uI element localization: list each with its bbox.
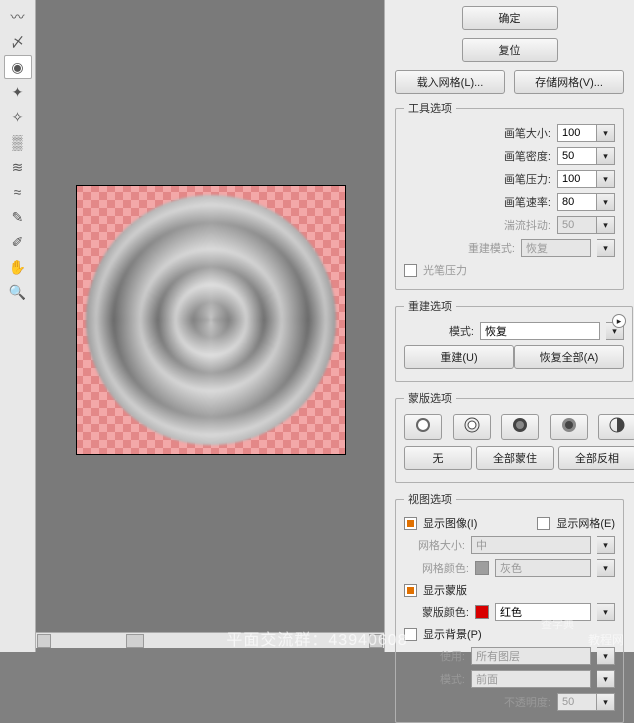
view-options-group: 视图选项 显示图像(I) 显示网格(E) 网格大小: ▾ 网格颜色: ▾ 显示蒙… — [395, 491, 624, 723]
scroll-left-icon[interactable] — [37, 634, 51, 648]
brush-pressure-label: 画笔压力: — [504, 171, 551, 187]
view-mode-label: 模式: — [440, 671, 465, 687]
mask-color-swatch — [475, 605, 489, 619]
rebuild-mode-dd: ▾ — [597, 239, 615, 257]
grid-color-dd: ▾ — [597, 559, 615, 577]
swirl-preview — [86, 195, 336, 445]
mask-add-button[interactable] — [453, 414, 491, 440]
rebuild-options-group: 重建选项 ▸ 模式: ▾ 重建(U) 恢复全部(A) — [395, 298, 633, 382]
mask-intersect-button[interactable] — [550, 414, 588, 440]
rebuild-mode-select — [521, 239, 591, 257]
rebuild-button[interactable]: 重建(U) — [404, 345, 514, 369]
mask-invertall-button[interactable]: 全部反相 — [558, 446, 634, 470]
options-panel: 确定 复位 载入网格(L)... 存储网格(V)... 工具选项 画笔大小: ▾… — [384, 0, 634, 652]
brush-rate-input[interactable] — [557, 193, 597, 211]
tool-thaw-icon[interactable]: ✐ — [4, 230, 32, 254]
mask-options-group: 蒙版选项 无 全部蒙住 全部反相 — [395, 390, 634, 483]
use-select — [471, 647, 591, 665]
tool-turbulence-icon[interactable]: ≈ — [4, 180, 32, 204]
tool-pucker-icon[interactable]: ✦ — [4, 80, 32, 104]
save-grid-button[interactable]: 存储网格(V)... — [514, 70, 624, 94]
show-grid-label: 显示网格(E) — [556, 515, 615, 531]
brush-density-input[interactable] — [557, 147, 597, 165]
stylus-label: 光笔压力 — [423, 262, 467, 278]
expand-icon[interactable]: ▸ — [612, 314, 626, 328]
watermark-1: 查字典 — [541, 616, 574, 632]
tool-toolbar: 〰 〆 ◉ ✦ ✧ ▒ ≋ ≈ ✎ ✐ ✋ 🔍 — [0, 0, 36, 652]
stylus-checkbox — [404, 264, 417, 277]
brush-density-dd[interactable]: ▾ — [597, 147, 615, 165]
turb-jitter-input — [557, 216, 597, 234]
brush-density-label: 画笔密度: — [504, 148, 551, 164]
grid-size-dd: ▾ — [597, 536, 615, 554]
tool-hand-icon[interactable]: ✋ — [4, 255, 32, 279]
tool-options-legend: 工具选项 — [404, 100, 456, 116]
opacity-input — [557, 693, 597, 711]
brush-size-dd[interactable]: ▾ — [597, 124, 615, 142]
turb-jitter-label: 湍流抖动: — [504, 217, 551, 233]
mask-subtract-button[interactable] — [501, 414, 539, 440]
mask-replace-button[interactable] — [404, 414, 442, 440]
tool-twirl-icon[interactable]: ◉ — [4, 55, 32, 79]
preview-canvas[interactable] — [76, 185, 346, 455]
footer-text: 平面交流群：43940608 — [226, 626, 407, 650]
opacity-label: 不透明度: — [504, 694, 551, 710]
use-label: 使用: — [440, 648, 465, 664]
tool-mirror-icon[interactable]: ≋ — [4, 155, 32, 179]
brush-pressure-input[interactable] — [557, 170, 597, 188]
rebuild-mode-label: 重建模式: — [468, 240, 515, 256]
brush-size-label: 画笔大小: — [504, 125, 551, 141]
tool-recon-icon[interactable]: 〆 — [4, 30, 32, 54]
view-mode-select — [471, 670, 591, 688]
scroll-thumb[interactable] — [126, 634, 144, 648]
use-dd: ▾ — [597, 647, 615, 665]
mask-options-legend: 蒙版选项 — [404, 390, 456, 406]
brush-pressure-dd[interactable]: ▾ — [597, 170, 615, 188]
watermark-2: 教程网 — [588, 631, 624, 648]
rebuild-options-legend: 重建选项 — [404, 298, 456, 314]
view-options-legend: 视图选项 — [404, 491, 456, 507]
show-image-label: 显示图像(I) — [423, 515, 477, 531]
preview-area — [36, 0, 384, 632]
show-mask-label: 显示蒙版 — [423, 582, 467, 598]
grid-color-select — [495, 559, 591, 577]
brush-rate-label: 画笔速率: — [504, 194, 551, 210]
tool-warp-icon[interactable]: 〰 — [4, 5, 32, 29]
mask-color-dd[interactable]: ▾ — [597, 603, 615, 621]
load-grid-button[interactable]: 载入网格(L)... — [395, 70, 505, 94]
tool-options-group: 工具选项 画笔大小: ▾ 画笔密度: ▾ 画笔压力: ▾ 画笔速率: — [395, 100, 624, 290]
mask-all-button[interactable]: 全部蒙住 — [476, 446, 554, 470]
grid-size-select — [471, 536, 591, 554]
show-grid-checkbox[interactable] — [537, 517, 550, 530]
show-bg-label: 显示背景(P) — [423, 626, 482, 642]
tool-zoom-icon[interactable]: 🔍 — [4, 280, 32, 304]
mode-select[interactable] — [480, 322, 600, 340]
ok-button[interactable]: 确定 — [462, 6, 558, 30]
grid-color-swatch — [475, 561, 489, 575]
reset-button[interactable]: 复位 — [462, 38, 558, 62]
restore-all-button[interactable]: 恢复全部(A) — [514, 345, 624, 369]
tool-bloat-icon[interactable]: ✧ — [4, 105, 32, 129]
grid-color-label: 网格颜色: — [422, 560, 469, 576]
mask-invert-button[interactable] — [598, 414, 634, 440]
view-mode-dd: ▾ — [597, 670, 615, 688]
grid-size-label: 网格大小: — [418, 537, 465, 553]
brush-size-input[interactable] — [557, 124, 597, 142]
show-image-checkbox[interactable] — [404, 517, 417, 530]
mode-label: 模式: — [449, 323, 474, 339]
mask-none-button[interactable]: 无 — [404, 446, 472, 470]
tool-freeze-icon[interactable]: ✎ — [4, 205, 32, 229]
opacity-dd: ▾ — [597, 693, 615, 711]
mask-color-label: 蒙版颜色: — [422, 604, 469, 620]
show-mask-checkbox[interactable] — [404, 584, 417, 597]
turb-jitter-dd: ▾ — [597, 216, 615, 234]
brush-rate-dd[interactable]: ▾ — [597, 193, 615, 211]
tool-pushleft-icon[interactable]: ▒ — [4, 130, 32, 154]
